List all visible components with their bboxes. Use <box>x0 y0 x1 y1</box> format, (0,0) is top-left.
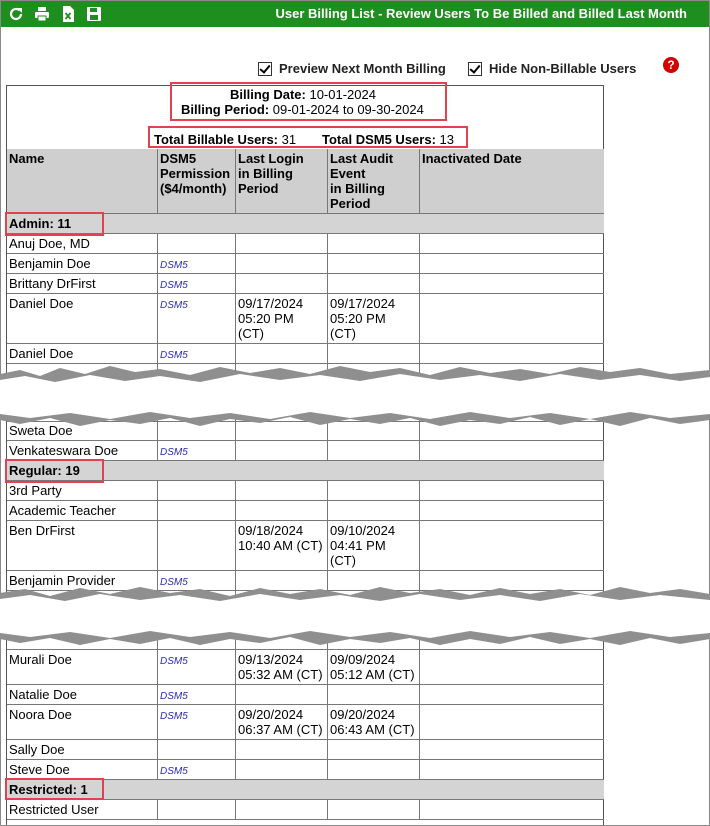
highlight-box <box>170 82 447 121</box>
user-name: Brittany DrFirst <box>9 276 96 291</box>
dsm5-link[interactable]: DSM5 <box>160 280 188 291</box>
print-icon[interactable] <box>33 5 51 23</box>
user-name: 3rd Party <box>9 483 62 498</box>
table-row[interactable]: Natalie Doe DSM5 <box>7 685 604 705</box>
table-row[interactable]: Steve Doe DSM5 <box>7 760 604 780</box>
last-audit: 09/09/2024 <box>330 652 396 667</box>
torn-edge-divider <box>0 366 710 426</box>
excel-export-icon[interactable] <box>59 5 77 23</box>
dsm5-link[interactable]: DSM5 <box>160 350 188 361</box>
title-bar: User Billing List - Review Users To Be B… <box>1 1 709 27</box>
dsm5-link[interactable]: DSM5 <box>160 447 188 458</box>
help-icon[interactable]: ? <box>663 57 679 73</box>
page-title: User Billing List - Review Users To Be B… <box>275 6 688 21</box>
col-dsm5-header[interactable]: DSM5 Permission ($4/month) <box>158 149 236 213</box>
table-row[interactable]: Restricted User <box>7 800 604 820</box>
user-name: Restricted User <box>9 802 99 817</box>
last-login: 09/18/2024 <box>238 523 304 538</box>
last-audit: 09/10/2024 <box>330 523 396 538</box>
table-header-row: Name DSM5 Permission ($4/month) Last Login… <box>7 149 604 214</box>
torn-edge-divider <box>0 587 710 645</box>
highlight-box <box>148 126 468 148</box>
user-name: Academic Teacher <box>9 503 116 518</box>
checkbox-checked-icon[interactable] <box>468 61 482 76</box>
dsm5-link[interactable]: DSM5 <box>160 300 188 311</box>
table-row[interactable]: Benjamin Doe DSM5 <box>7 254 604 274</box>
user-name: Sally Doe <box>9 742 65 757</box>
col-name-header[interactable]: Name <box>7 149 158 213</box>
dsm5-link[interactable]: DSM5 <box>160 691 188 702</box>
preview-label: Preview Next Month Billing <box>279 61 446 76</box>
col-inactivated-header[interactable]: Inactivated Date <box>420 149 604 213</box>
hide-non-billable-checkbox[interactable]: Hide Non-Billable Users <box>468 61 636 76</box>
user-name: Steve Doe <box>9 762 70 777</box>
col-last-audit-header[interactable]: Last Audit Event in Billing Period <box>328 149 420 213</box>
table-row[interactable]: 3rd Party <box>7 481 604 501</box>
table-row[interactable]: Brittany DrFirst DSM5 <box>7 274 604 294</box>
checkbox-checked-icon[interactable] <box>258 61 272 76</box>
dsm5-link[interactable]: DSM5 <box>160 711 188 722</box>
table-row[interactable]: Daniel Doe DSM5 09/17/2024 05:20 PM (CT) 0… <box>7 294 604 344</box>
last-audit: 09/20/2024 <box>330 707 396 722</box>
highlight-box <box>5 778 104 800</box>
table-row[interactable]: Ben DrFirst 09/18/2024 10:40 AM (CT) 09/1… <box>7 521 604 571</box>
last-audit: 09/17/2024 <box>330 296 396 311</box>
dsm5-link[interactable]: DSM5 <box>160 766 188 777</box>
table-row[interactable]: Academic Teacher <box>7 501 604 521</box>
preview-next-month-checkbox[interactable]: Preview Next Month Billing <box>258 61 446 76</box>
last-login: 09/17/2024 <box>238 296 304 311</box>
table-row[interactable]: Murali Doe DSM5 09/13/2024 05:32 AM (CT) … <box>7 650 604 685</box>
user-name: Noora Doe <box>9 707 72 722</box>
table-row[interactable]: Venkateswara Doe DSM5 <box>7 441 604 461</box>
user-name: Venkateswara Doe <box>9 443 119 458</box>
table-row[interactable]: Anuj Doe, MD <box>7 234 604 254</box>
table-row[interactable]: Daniel Doe DSM5 <box>7 344 604 364</box>
save-icon[interactable] <box>85 5 103 23</box>
col-last-login-header[interactable]: Last Login in Billing Period <box>236 149 328 213</box>
highlight-box <box>5 212 104 236</box>
hide-label: Hide Non-Billable Users <box>489 61 637 76</box>
last-login: 09/20/2024 <box>238 707 304 722</box>
table-row[interactable]: Noora Doe DSM5 09/20/2024 06:37 AM (CT) 0… <box>7 705 604 740</box>
dsm5-link[interactable]: DSM5 <box>160 656 188 667</box>
refresh-icon[interactable] <box>7 5 25 23</box>
dsm5-link[interactable]: DSM5 <box>160 260 188 271</box>
user-name: Natalie Doe <box>9 687 77 702</box>
user-name: Anuj Doe, MD <box>9 236 90 251</box>
user-name: Daniel Doe <box>9 296 74 311</box>
user-name: Benjamin Doe <box>9 256 91 271</box>
last-login: 09/13/2024 <box>238 652 304 667</box>
user-name: Murali Doe <box>9 652 72 667</box>
user-name: Daniel Doe <box>9 346 74 361</box>
highlight-box <box>5 459 104 483</box>
table-row[interactable]: Sally Doe <box>7 740 604 760</box>
user-name: Ben DrFirst <box>9 523 75 538</box>
